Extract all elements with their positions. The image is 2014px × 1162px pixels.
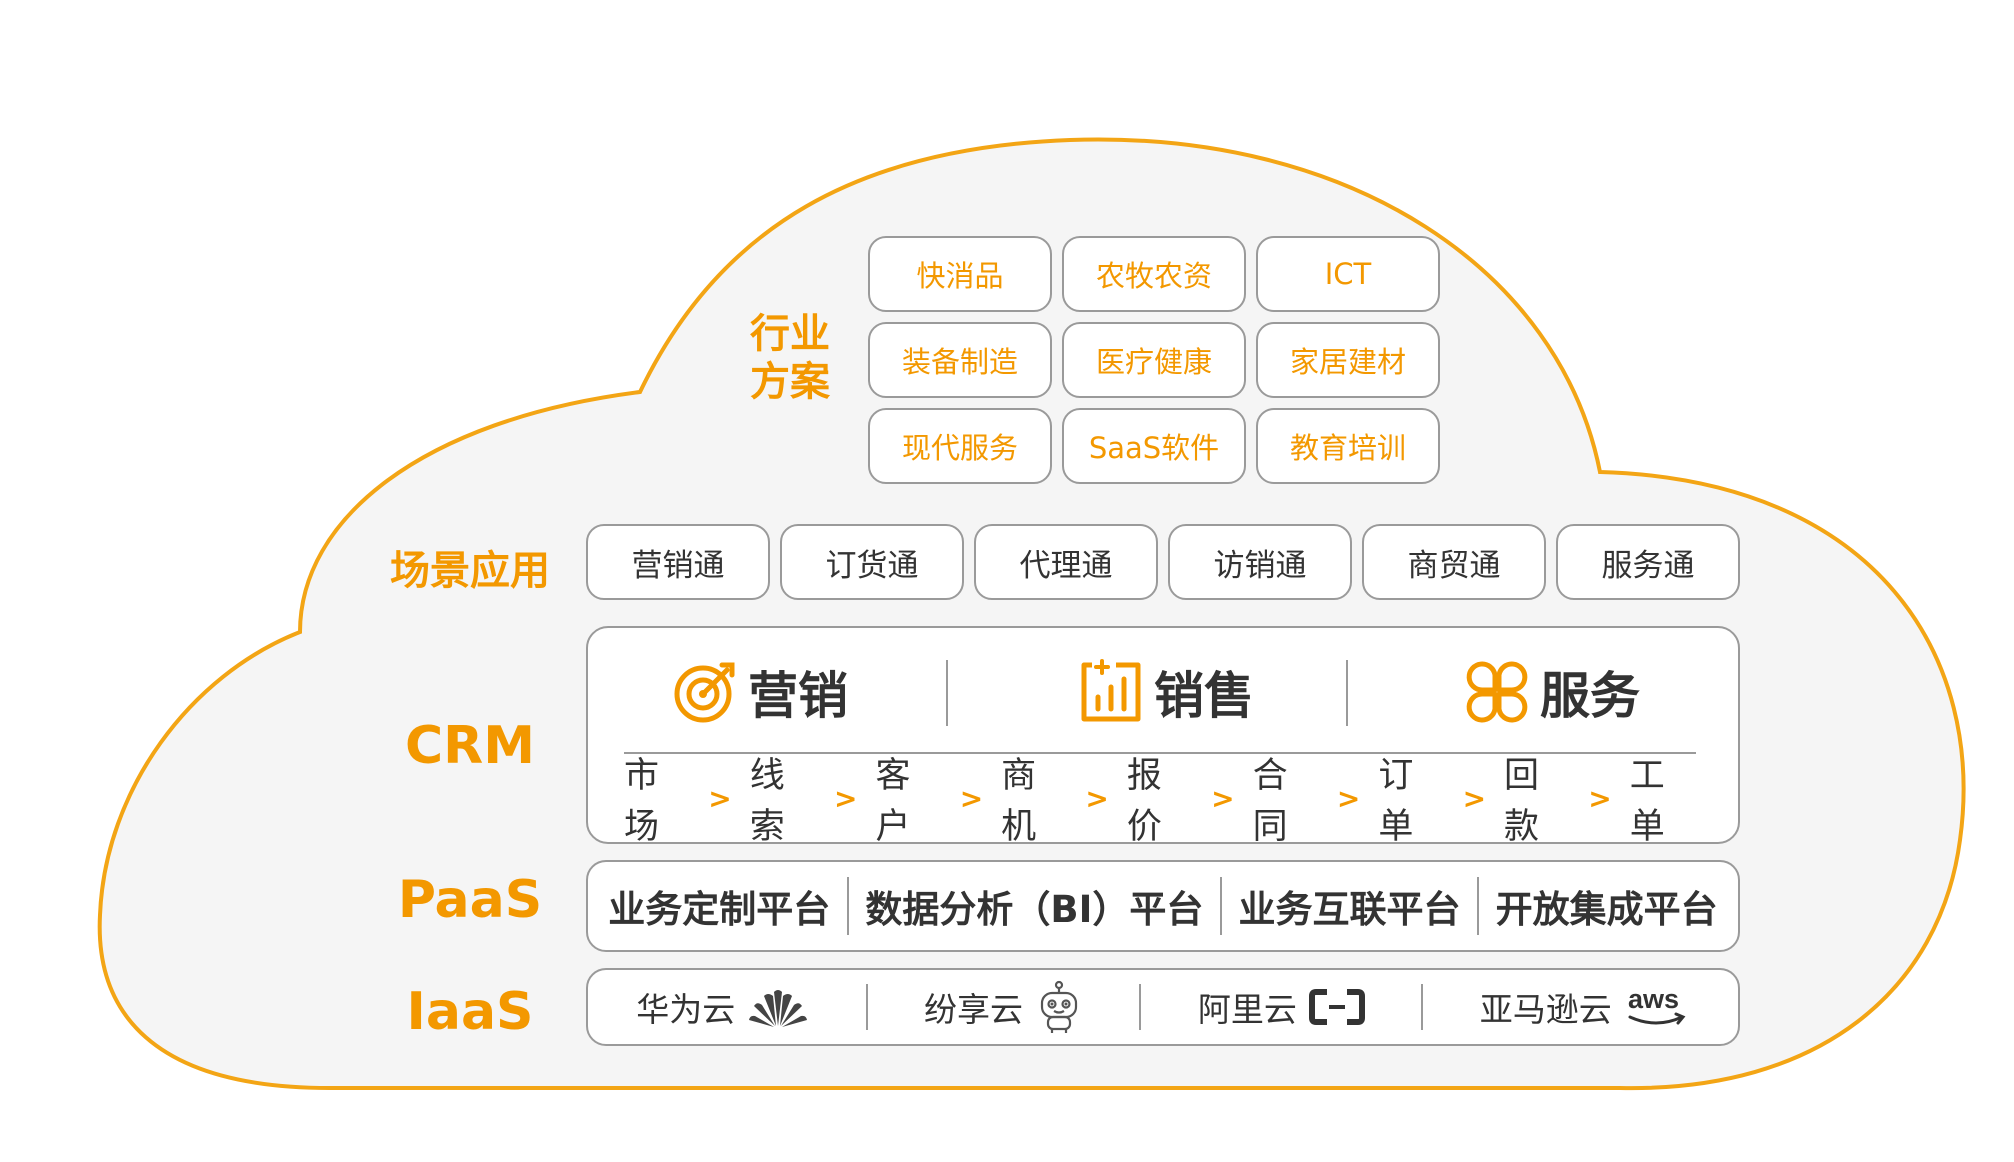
flow-arrow: > <box>959 781 984 815</box>
flow-step-opportunity: 商机 <box>1001 756 1037 847</box>
iaas-aws[interactable]: 亚马逊云 aws <box>1480 983 1690 1031</box>
crm-divider <box>946 660 948 726</box>
flow-arrow: > <box>708 781 732 815</box>
industry-box-agriculture[interactable]: 农牧农资 <box>1062 236 1246 312</box>
paas-custom-platform[interactable]: 业务定制平台 <box>608 879 830 933</box>
crm-module-label: 服务 <box>1540 667 1640 725</box>
flow-step-quote: 报价 <box>1126 756 1162 847</box>
paas-divider <box>1219 877 1222 935</box>
industry-box-equipment[interactable]: 装备制造 <box>868 322 1052 398</box>
crm-module-label: 销售 <box>1154 667 1254 725</box>
crm-label: CRM <box>405 716 535 776</box>
industry-label-line1: 行业 <box>750 311 830 357</box>
flow-arrow: > <box>833 781 858 815</box>
flow-arrow: > <box>1462 781 1487 815</box>
scenario-box-ordering[interactable]: 订货通 <box>780 524 964 600</box>
scenario-box-marketing[interactable]: 营销通 <box>586 524 770 600</box>
paas-label: PaaS <box>397 870 543 930</box>
iaas-label: 亚马逊云 <box>1479 990 1612 1029</box>
paas-interconnect-platform[interactable]: 业务互联平台 <box>1239 879 1461 933</box>
iaas-divider <box>865 984 868 1030</box>
paas-divider <box>846 877 849 935</box>
huawei-logo-icon <box>749 990 808 1027</box>
industry-box-fmcg[interactable]: 快消品 <box>868 236 1052 312</box>
crm-module-marketing[interactable]: 营销 <box>672 656 848 728</box>
flow-step-payment: 回款 <box>1504 756 1540 847</box>
iaas-huawei-cloud[interactable]: 华为云 <box>636 983 809 1031</box>
flow-step-customer: 客户 <box>875 756 911 847</box>
flow-step-market: 市场 <box>624 756 660 847</box>
iaas-label: IaaS <box>406 982 534 1042</box>
aws-logo-icon: aws <box>1628 984 1686 1025</box>
iaas-fxiaoke-cloud[interactable]: 纷享云 <box>924 980 1083 1034</box>
iaas-aliyun[interactable]: 阿里云 <box>1198 983 1365 1031</box>
flow-step-contract: 合同 <box>1252 756 1288 847</box>
industry-box-ict[interactable]: ICT <box>1256 236 1440 312</box>
paas-integration-platform[interactable]: 开放集成平台 <box>1496 879 1718 933</box>
paas-divider <box>1477 877 1480 935</box>
flow-arrow: > <box>1336 781 1361 815</box>
flow-arrow: > <box>1588 781 1612 815</box>
crm-module-sales[interactable]: 销售 <box>1078 656 1254 728</box>
flow-step-order: 订单 <box>1378 756 1414 847</box>
bar-chart-icon <box>1081 659 1141 722</box>
industry-box-healthcare[interactable]: 医疗健康 <box>1062 322 1246 398</box>
clover-icon <box>1466 661 1528 723</box>
industry-box-modern-services[interactable]: 现代服务 <box>868 408 1052 484</box>
industry-solutions-label: 行业 方案 <box>735 310 845 406</box>
iaas-label: 华为云 <box>636 990 736 1029</box>
crm-module-label: 营销 <box>748 667 848 725</box>
iaas-panel: 华为云 纷享云 阿里云 亚马逊云 aws <box>586 968 1740 1046</box>
flow-step-lead: 线索 <box>749 756 785 847</box>
flow-arrow: > <box>1211 781 1235 815</box>
industry-box-education[interactable]: 教育培训 <box>1256 408 1440 484</box>
iaas-label: 纷享云 <box>924 990 1024 1029</box>
crm-flow: 市场 > 线索 > 客户 > 商机 > 报价 > 合同 > 订单 > 回款 > … <box>624 756 1696 847</box>
crm-divider <box>1346 660 1348 726</box>
scenario-box-trade[interactable]: 商贸通 <box>1362 524 1546 600</box>
scenario-box-agency[interactable]: 代理通 <box>974 524 1158 600</box>
robot-mascot-icon <box>1040 980 1078 1033</box>
crm-module-service[interactable]: 服务 <box>1464 656 1640 728</box>
iaas-divider <box>1421 984 1424 1030</box>
flow-step-work-order: 工单 <box>1629 756 1665 847</box>
scenario-box-service[interactable]: 服务通 <box>1556 524 1740 600</box>
scenario-label: 场景应用 <box>390 548 550 594</box>
aws-logo-text: aws <box>1628 984 1679 1014</box>
iaas-label: 阿里云 <box>1197 990 1297 1029</box>
paas-panel: 业务定制平台 数据分析（BI）平台 业务互联平台 开放集成平台 <box>586 860 1740 952</box>
industry-box-saas-software[interactable]: SaaS软件 <box>1062 408 1246 484</box>
paas-bi-platform[interactable]: 数据分析（BI）平台 <box>865 879 1203 933</box>
aliyun-logo-icon <box>1308 989 1365 1025</box>
iaas-divider <box>1139 984 1142 1030</box>
industry-label-line2: 方案 <box>750 359 830 405</box>
target-icon <box>674 662 735 723</box>
scenario-box-visit-sales[interactable]: 访销通 <box>1168 524 1352 600</box>
flow-arrow: > <box>1085 781 1109 815</box>
industry-box-home-building[interactable]: 家居建材 <box>1256 322 1440 398</box>
